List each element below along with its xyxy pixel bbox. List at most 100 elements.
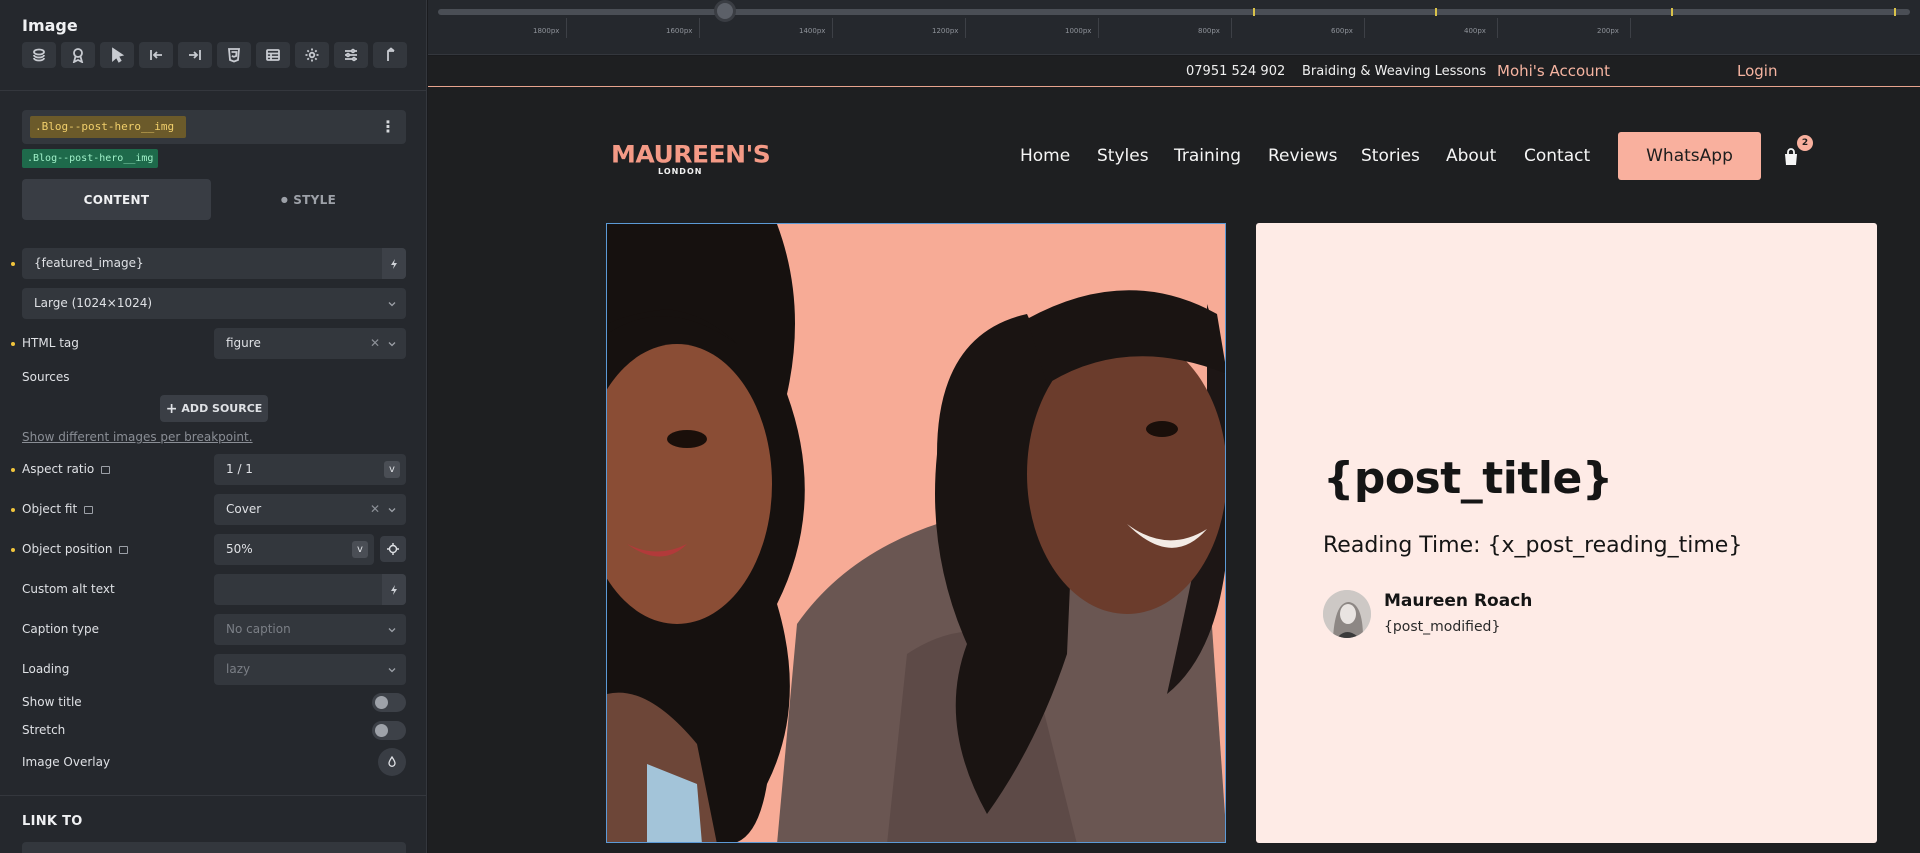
ruler-label: 600px (1331, 27, 1353, 35)
ruler-track[interactable] (438, 9, 1910, 15)
link-to-heading: LINK TO (22, 814, 83, 829)
whatsapp-button[interactable]: WhatsApp (1618, 132, 1761, 180)
phone-link[interactable]: 07951 524 902 (1186, 64, 1285, 79)
show-title-toggle[interactable] (372, 693, 406, 712)
panel-toolbar (22, 42, 407, 68)
breakpoint-marker[interactable] (1253, 8, 1255, 16)
nav-about[interactable]: About (1446, 146, 1496, 166)
tab-style[interactable]: ● STYLE (211, 179, 406, 220)
image-source-field[interactable]: {featured_image} (22, 248, 406, 279)
ruler-label: 400px (1464, 27, 1486, 35)
top-bar: 07951 524 902 Braiding & Weaving Lessons… (428, 56, 1920, 87)
caption-type-select[interactable]: No caption (214, 614, 406, 645)
hero-photo (607, 224, 1225, 842)
aspect-ratio-input[interactable]: 1 / 1 v (214, 454, 406, 485)
award-icon[interactable] (61, 42, 95, 68)
nav-home[interactable]: Home (1020, 146, 1070, 166)
ruler-tick (566, 18, 567, 38)
class-selector[interactable]: .Blog--post-hero__img ⋮ (22, 110, 406, 144)
tab-content[interactable]: CONTENT (22, 179, 211, 220)
html-tag-select[interactable]: figure ✕ (214, 328, 406, 359)
breakpoint-marker[interactable] (1671, 8, 1673, 16)
post-hero-card: {post_title} Reading Time: {x_post_readi… (1256, 223, 1877, 843)
nav-styles[interactable]: Styles (1097, 146, 1149, 166)
object-fit-value: Cover (226, 502, 262, 516)
unit-badge[interactable]: v (384, 461, 400, 478)
loading-value: lazy (226, 662, 251, 676)
hero-featured-image[interactable] (606, 223, 1226, 843)
nav-reviews[interactable]: Reviews (1268, 146, 1338, 166)
html-tag-label: HTML tag (22, 336, 79, 350)
clear-icon[interactable]: ✕ (370, 494, 380, 525)
object-fit-select[interactable]: Cover ✕ (214, 494, 406, 525)
object-position-value: 50% (226, 542, 253, 556)
alt-text-input[interactable] (214, 574, 406, 605)
ruler-label: 1400px (799, 27, 826, 35)
loading-label: Loading (22, 662, 70, 676)
object-position-text: Object position (22, 542, 113, 556)
author-avatar (1323, 590, 1371, 638)
class-tag[interactable]: .Blog--post-hero__img (30, 116, 186, 138)
breakpoint-marker[interactable] (1894, 8, 1896, 16)
breakpoint-marker[interactable] (1435, 8, 1437, 16)
ruler-tick (699, 18, 700, 38)
nav-contact[interactable]: Contact (1524, 146, 1590, 166)
object-fit-text: Object fit (22, 502, 78, 516)
ruler-tick (965, 18, 966, 38)
divider (0, 795, 426, 796)
breakpoint-ruler[interactable]: 1800px 1600px 1400px 1200px 1000px 800px 600px… (428, 0, 1920, 55)
pin-icon[interactable] (373, 42, 407, 68)
tab-style-label: STYLE (293, 192, 337, 207)
table-icon[interactable] (256, 42, 290, 68)
ruler-handle[interactable] (714, 0, 736, 22)
loading-select[interactable]: lazy (214, 654, 406, 685)
html5-icon[interactable] (217, 42, 251, 68)
cursor-icon[interactable] (100, 42, 134, 68)
nav-stories[interactable]: Stories (1361, 146, 1420, 166)
caption-type-value: No caption (226, 622, 291, 636)
dynamic-data-icon[interactable] (382, 574, 406, 605)
panel-title: Image (22, 16, 78, 35)
object-position-input[interactable]: 50% v (214, 534, 374, 565)
crosshair-icon[interactable] (380, 536, 406, 562)
chevron-down-icon (388, 342, 396, 347)
gear-icon[interactable] (295, 42, 329, 68)
account-link[interactable]: Mohi's Account (1497, 62, 1610, 80)
image-overlay-label: Image Overlay (22, 755, 111, 769)
align-left-icon[interactable] (139, 42, 173, 68)
breakpoint-note[interactable]: Show different images per breakpoint. (22, 430, 253, 444)
logo-wordmark: MAUREEN'S (611, 140, 771, 169)
image-size-select[interactable]: Large (1024×1024) (22, 288, 406, 319)
stretch-toggle[interactable] (372, 721, 406, 740)
ruler-tick (1098, 18, 1099, 38)
ruler-label: 1600px (666, 27, 693, 35)
unit-badge[interactable]: v (352, 541, 368, 558)
chevron-down-icon (388, 668, 396, 673)
login-link[interactable]: Login (1737, 62, 1777, 80)
site-logo[interactable]: MAUREEN'S LONDON (611, 140, 771, 176)
ruler-label: 800px (1198, 27, 1220, 35)
align-right-icon[interactable] (178, 42, 212, 68)
chevron-down-icon (388, 628, 396, 633)
html-tag-value: figure (226, 336, 261, 350)
dynamic-data-icon[interactable] (382, 248, 406, 279)
ruler-tick (1364, 18, 1365, 38)
layers-icon[interactable] (22, 42, 56, 68)
droplet-icon[interactable] (378, 748, 406, 776)
caption-type-label: Caption type (22, 622, 99, 636)
reading-time: Reading Time: {x_post_reading_time} (1323, 533, 1743, 558)
clear-icon[interactable]: ✕ (370, 328, 380, 359)
sliders-icon[interactable] (334, 42, 368, 68)
add-source-label: ADD SOURCE (181, 402, 263, 415)
link-to-field[interactable] (22, 842, 406, 853)
lessons-link[interactable]: Braiding & Weaving Lessons (1302, 64, 1486, 79)
modified-dot (11, 342, 15, 346)
more-icon[interactable]: ⋮ (380, 117, 396, 136)
shopping-bag-icon[interactable] (1781, 146, 1801, 168)
object-position-label: Object position (22, 542, 129, 556)
properties-panel: Image .Blog--post-hero__img ⋮ .Blog--pos… (0, 0, 427, 853)
ruler-tick (1231, 18, 1232, 38)
add-source-button[interactable]: + ADD SOURCE (160, 395, 268, 422)
object-fit-label: Object fit (22, 502, 94, 516)
nav-training[interactable]: Training (1174, 146, 1241, 166)
